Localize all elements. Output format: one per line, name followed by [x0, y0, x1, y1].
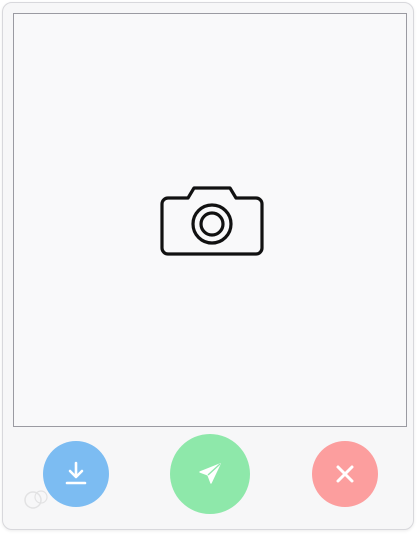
action-bar [3, 427, 413, 529]
watermark-icon [24, 490, 48, 509]
cancel-button[interactable] [312, 441, 378, 507]
photo-card [2, 2, 414, 530]
download-icon [65, 461, 87, 485]
send-icon [199, 463, 221, 484]
camera-icon [160, 186, 264, 256]
photo-preview-area[interactable] [13, 13, 407, 427]
close-icon [336, 465, 354, 483]
send-button[interactable] [170, 434, 250, 514]
